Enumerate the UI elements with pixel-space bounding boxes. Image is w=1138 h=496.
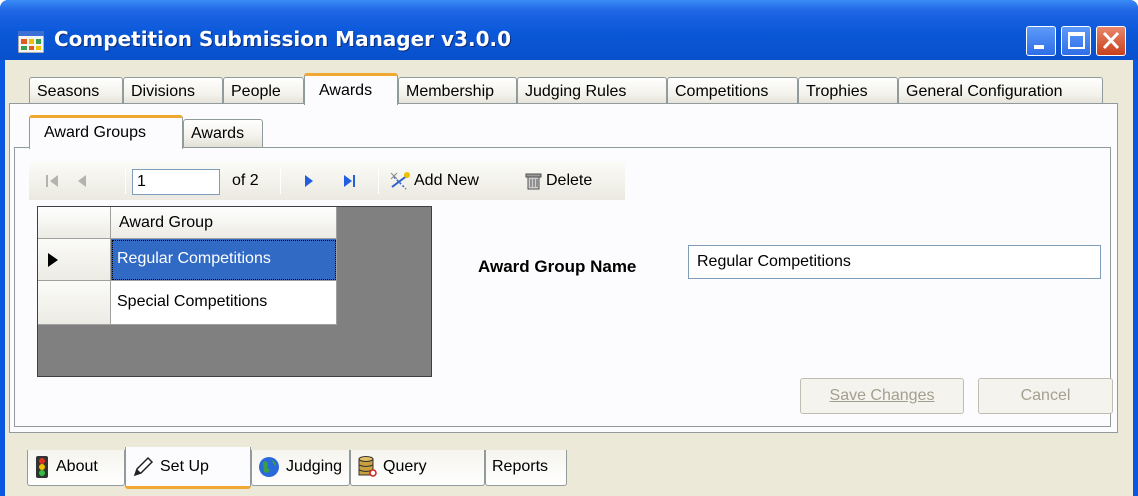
tab-judging[interactable]: Judging xyxy=(251,450,350,486)
minimize-icon xyxy=(1034,45,1044,49)
last-record-icon[interactable] xyxy=(342,173,358,189)
record-count-label: of 2 xyxy=(232,172,259,189)
tab-label: Seasons xyxy=(37,83,100,100)
tab-divisions[interactable]: Divisions xyxy=(123,77,223,105)
title-bar[interactable]: Competition Submission Manager v3.0.0 xyxy=(0,0,1138,60)
tab-membership[interactable]: Membership xyxy=(398,77,517,105)
grid-corner-header xyxy=(38,207,111,239)
database-icon xyxy=(358,455,377,477)
tab-set-up[interactable]: Set Up xyxy=(125,447,251,489)
add-new-icon xyxy=(390,171,410,190)
tab-label: Awards xyxy=(319,82,373,99)
tab-trophies[interactable]: Trophies xyxy=(798,77,898,105)
tab-award-groups[interactable]: Award Groups xyxy=(29,115,183,149)
tab-awards-sub[interactable]: Awards xyxy=(183,119,263,147)
award-group-column-header[interactable]: Award Group xyxy=(111,207,337,239)
tab-judging-rules[interactable]: Judging Rules xyxy=(517,77,667,105)
tab-query[interactable]: Query xyxy=(350,450,485,486)
tab-label: General Configuration xyxy=(906,83,1063,100)
award-group-name-label: Award Group Name xyxy=(478,257,637,276)
previous-record-icon[interactable] xyxy=(74,173,90,189)
app-window: Competition Submission Manager v3.0.0 Se… xyxy=(0,0,1138,496)
tab-label: Membership xyxy=(406,83,495,100)
maximize-button[interactable] xyxy=(1061,26,1091,56)
app-grid-icon xyxy=(18,31,44,53)
toolbar-separator xyxy=(280,168,281,194)
add-new-label: Add New xyxy=(414,172,479,189)
tab-about[interactable]: About xyxy=(27,450,125,486)
tab-label: Judging Rules xyxy=(525,83,627,100)
tab-label: People xyxy=(231,83,281,100)
cancel-button[interactable]: Cancel xyxy=(978,378,1113,414)
tab-reports[interactable]: Reports xyxy=(485,450,567,486)
tab-label: About xyxy=(56,458,98,475)
tab-label: Awards xyxy=(191,125,245,142)
toolbar-separator xyxy=(125,168,126,194)
add-new-button[interactable]: Add New xyxy=(390,162,479,200)
toolbar-separator xyxy=(378,168,379,194)
table-row[interactable]: Special Competitions xyxy=(111,281,337,325)
delete-button[interactable]: Delete xyxy=(524,162,592,200)
delete-icon xyxy=(525,173,542,190)
save-changes-button[interactable]: Save Changes xyxy=(800,378,964,414)
table-row[interactable]: Regular Competitions xyxy=(111,239,337,281)
award-group-name-input[interactable] xyxy=(688,245,1101,279)
binding-navigator: of 2 Add New Delete xyxy=(29,162,625,200)
delete-label: Delete xyxy=(546,172,593,189)
globe-icon xyxy=(259,456,279,477)
next-record-icon[interactable] xyxy=(301,173,317,189)
award-groups-grid[interactable]: Award Group Regular Competitions Special… xyxy=(37,206,432,377)
tab-label: Judging xyxy=(286,458,343,475)
tab-awards[interactable]: Awards xyxy=(304,73,398,105)
minimize-button[interactable] xyxy=(1026,26,1056,56)
pencil-icon xyxy=(133,456,154,476)
cancel-label: Cancel xyxy=(1020,387,1071,404)
tab-competitions[interactable]: Competitions xyxy=(667,77,798,105)
row-header[interactable] xyxy=(38,281,111,325)
maximize-icon xyxy=(1068,32,1085,49)
tab-label: Award Groups xyxy=(44,124,146,141)
row-header[interactable] xyxy=(38,239,111,281)
tab-label: Set Up xyxy=(160,458,209,475)
tab-general-configuration[interactable]: General Configuration xyxy=(898,77,1103,105)
close-icon xyxy=(1102,31,1120,50)
position-input[interactable] xyxy=(132,169,220,195)
first-record-icon[interactable] xyxy=(44,173,60,189)
tab-label: Reports xyxy=(492,458,549,475)
save-changes-label: Save Changes xyxy=(829,387,935,404)
tab-label: Trophies xyxy=(806,83,868,100)
traffic-light-icon xyxy=(36,455,48,478)
tab-label: Divisions xyxy=(131,83,196,100)
tab-people[interactable]: People xyxy=(223,77,304,105)
tab-label: Query xyxy=(383,458,427,475)
tab-seasons[interactable]: Seasons xyxy=(29,77,123,105)
current-row-arrow-icon xyxy=(48,253,58,267)
window-title: Competition Submission Manager v3.0.0 xyxy=(54,27,511,51)
close-button[interactable] xyxy=(1096,26,1126,56)
tab-label: Competitions xyxy=(675,83,769,100)
